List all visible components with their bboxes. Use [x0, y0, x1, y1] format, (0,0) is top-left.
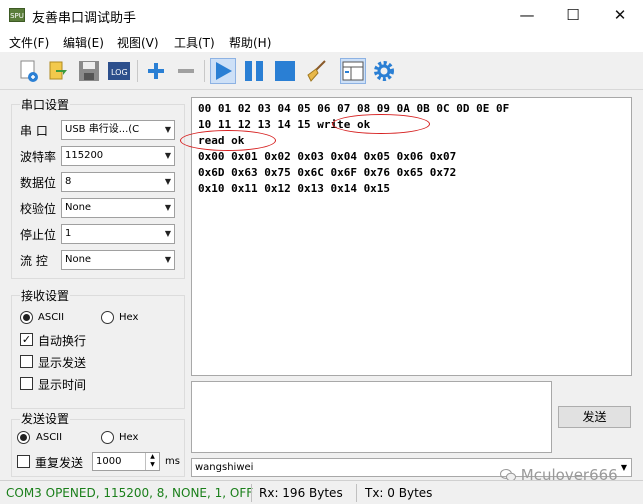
status-divider — [251, 484, 252, 502]
send-hex-radio[interactable] — [101, 431, 114, 444]
port-select[interactable]: USB 串行设...(C ▼ — [61, 120, 175, 140]
receive-hex-radio[interactable] — [101, 311, 114, 324]
send-settings-title: 发送设置 — [20, 410, 71, 427]
layout-icon[interactable] — [340, 58, 366, 84]
broom-icon[interactable] — [304, 58, 330, 84]
settings-panel: 串口设置 串 口 USB 串行设...(C ▼ 波特率 115200 ▼ 数据位 8… — [0, 90, 190, 480]
flow-label: 流 控 — [20, 254, 48, 268]
receive-hex-label: Hex — [119, 312, 139, 323]
menu-view[interactable]: 视图(V) — [117, 34, 159, 51]
repeat-interval-input[interactable]: 1000 ▲ ▼ — [92, 452, 160, 471]
toolbar-separator — [137, 60, 138, 82]
auto-newline-label: 自动换行 — [38, 334, 87, 348]
send-button[interactable]: 发送 — [558, 406, 631, 428]
minimize-button[interactable]: — — [504, 0, 550, 32]
svg-text:LOG: LOG — [111, 68, 128, 77]
log-icon[interactable]: LOG — [106, 58, 132, 84]
add-icon[interactable] — [143, 58, 169, 84]
receive-ascii-radio[interactable] — [20, 311, 33, 324]
interval-unit: ms — [165, 456, 180, 467]
flow-select[interactable]: None ▼ — [61, 250, 175, 270]
receive-ascii-label: ASCII — [38, 312, 65, 323]
close-button[interactable]: ✕ — [597, 0, 643, 32]
chevron-down-icon: ▼ — [164, 177, 171, 186]
show-send-label: 显示发送 — [38, 356, 87, 370]
stopbits-label: 停止位 — [20, 228, 57, 242]
repeat-send-checkbox[interactable] — [17, 455, 30, 468]
chevron-down-icon: ▼ — [164, 229, 171, 238]
pause-icon[interactable] — [241, 58, 267, 84]
annotation-circle-write — [332, 114, 430, 134]
send-hex-label: Hex — [119, 432, 139, 443]
status-divider — [356, 484, 357, 502]
remove-icon[interactable] — [173, 58, 199, 84]
save-icon[interactable] — [76, 58, 102, 84]
chevron-down-icon: ▼ — [164, 255, 171, 264]
toolbar-separator — [204, 60, 205, 82]
receive-settings-title: 接收设置 — [20, 287, 71, 304]
port-label: 串 口 — [20, 124, 48, 138]
rx-count: Rx: 196 Bytes — [259, 486, 343, 500]
show-send-checkbox[interactable] — [20, 355, 33, 368]
open-icon[interactable] — [46, 58, 72, 84]
gear-icon[interactable] — [371, 58, 397, 84]
tx-count: Tx: 0 Bytes — [365, 486, 433, 500]
annotation-circle-read — [180, 130, 276, 151]
menu-help[interactable]: 帮助(H) — [229, 34, 271, 51]
port-status: COM3 OPENED, 115200, 8, NONE, 1, OFF — [6, 486, 254, 500]
auto-newline-checkbox[interactable]: ✓ — [20, 333, 33, 346]
app-icon: SPU — [9, 8, 25, 22]
spinner-icon[interactable]: ▲ ▼ — [145, 453, 159, 470]
stopbits-select[interactable]: 1 ▼ — [61, 224, 175, 244]
baud-label: 波特率 — [20, 150, 57, 164]
repeat-send-label: 重复发送 — [35, 456, 84, 470]
databits-label: 数据位 — [20, 176, 57, 190]
show-time-checkbox[interactable] — [20, 377, 33, 390]
send-ascii-label: ASCII — [36, 432, 63, 443]
title-bar: SPU 友善串口调试助手 — ☐ ✕ — [0, 0, 643, 32]
maximize-button[interactable]: ☐ — [550, 0, 596, 32]
menu-tools[interactable]: 工具(T) — [174, 34, 215, 51]
chevron-down-icon: ▼ — [164, 125, 171, 134]
new-icon[interactable] — [16, 58, 42, 84]
toolbar: LOG — [0, 52, 643, 90]
serial-settings-title: 串口设置 — [20, 96, 71, 113]
send-textarea[interactable] — [191, 381, 552, 453]
menu-bar: 文件(F) 编辑(E) 视图(V) 工具(T) 帮助(H) — [0, 32, 643, 52]
parity-label: 校验位 — [20, 202, 57, 216]
menu-edit[interactable]: 编辑(E) — [63, 34, 104, 51]
show-time-label: 显示时间 — [38, 378, 87, 392]
parity-select[interactable]: None ▼ — [61, 198, 175, 218]
stop-icon[interactable] — [272, 58, 298, 84]
chevron-down-icon: ▼ — [620, 463, 627, 472]
play-icon[interactable] — [210, 58, 236, 84]
window-title: 友善串口调试助手 — [32, 11, 137, 26]
chevron-down-icon: ▼ — [164, 203, 171, 212]
send-ascii-radio[interactable] — [17, 431, 30, 444]
menu-file[interactable]: 文件(F) — [9, 34, 49, 51]
baud-select[interactable]: 115200 ▼ — [61, 146, 175, 166]
chevron-down-icon: ▼ — [164, 151, 171, 160]
status-bar: COM3 OPENED, 115200, 8, NONE, 1, OFF Rx:… — [0, 480, 643, 504]
databits-select[interactable]: 8 ▼ — [61, 172, 175, 192]
